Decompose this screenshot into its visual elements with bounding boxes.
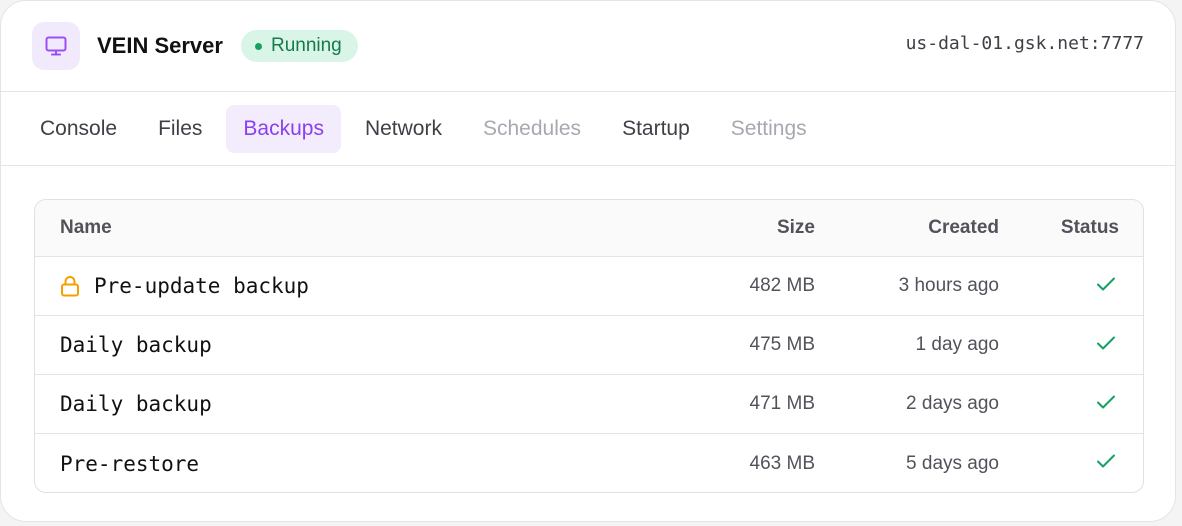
backups-table: Name Size Created Status Pre-update back… bbox=[34, 199, 1144, 493]
column-header-status: Status bbox=[1060, 217, 1119, 238]
check-icon bbox=[1096, 394, 1116, 410]
backup-name: Daily backup bbox=[60, 333, 212, 357]
backup-size: 471 MB bbox=[749, 393, 815, 414]
check-icon bbox=[1096, 335, 1116, 351]
backup-name-cell: Pre-update backup bbox=[60, 274, 309, 298]
column-header-name: Name bbox=[60, 217, 112, 238]
backup-created: 2 days ago bbox=[906, 393, 999, 414]
backup-created: 3 hours ago bbox=[898, 275, 999, 296]
monitor-icon bbox=[32, 22, 80, 70]
server-title: VEIN Server bbox=[97, 33, 223, 58]
table-header-row: Name Size Created Status bbox=[35, 200, 1143, 257]
backup-size: 482 MB bbox=[749, 275, 815, 296]
column-header-size: Size bbox=[776, 217, 815, 238]
backup-name-cell: Daily backup bbox=[60, 333, 212, 357]
backup-name: Pre-update backup bbox=[94, 274, 309, 298]
server-window: VEIN Server Running us-dal-01.gsk.net:77… bbox=[0, 0, 1176, 522]
backup-status bbox=[1096, 394, 1119, 415]
table-row[interactable]: Pre-update backup 482 MB 3 hours ago bbox=[35, 257, 1143, 316]
backup-name: Pre-restore bbox=[60, 451, 200, 476]
backup-name: Daily backup bbox=[60, 392, 212, 416]
tab-bar: Console Files Backups Network Schedules … bbox=[1, 92, 1175, 166]
backup-created: 1 day ago bbox=[915, 334, 999, 355]
server-host-address: us-dal-01.gsk.net:7777 bbox=[905, 33, 1144, 54]
status-dot-icon bbox=[254, 42, 262, 50]
backup-size: 463 MB bbox=[749, 452, 815, 474]
lock-icon bbox=[60, 275, 80, 297]
table-row[interactable]: Daily backup 471 MB 2 days ago bbox=[35, 375, 1143, 434]
backup-created: 5 days ago bbox=[906, 452, 999, 474]
backup-status bbox=[1096, 453, 1119, 474]
table-row[interactable]: Daily backup 475 MB 1 day ago bbox=[35, 316, 1143, 375]
status-badge-label: Running bbox=[270, 35, 342, 56]
table-row[interactable]: Pre-restore 463 MB 5 days ago bbox=[35, 434, 1143, 492]
backup-name-cell: Daily backup bbox=[60, 392, 212, 416]
tab-backups[interactable]: Backups bbox=[226, 104, 341, 153]
tab-settings: Settings bbox=[730, 116, 807, 140]
status-badge: Running bbox=[240, 30, 358, 62]
column-header-created: Created bbox=[928, 217, 999, 238]
tab-console[interactable]: Console bbox=[23, 105, 134, 153]
tab-files[interactable]: Files bbox=[141, 105, 219, 153]
tab-schedules: Schedules bbox=[482, 116, 582, 140]
backup-status bbox=[1096, 276, 1119, 297]
server-header: VEIN Server Running us-dal-01.gsk.net:77… bbox=[1, 1, 1175, 92]
check-icon bbox=[1096, 453, 1116, 469]
tab-startup[interactable]: Startup bbox=[605, 105, 707, 153]
backup-name-cell: Pre-restore bbox=[60, 452, 199, 476]
backup-size: 475 MB bbox=[749, 334, 815, 355]
tab-network[interactable]: Network bbox=[348, 105, 459, 153]
backup-status bbox=[1096, 335, 1119, 356]
check-icon bbox=[1096, 276, 1116, 292]
